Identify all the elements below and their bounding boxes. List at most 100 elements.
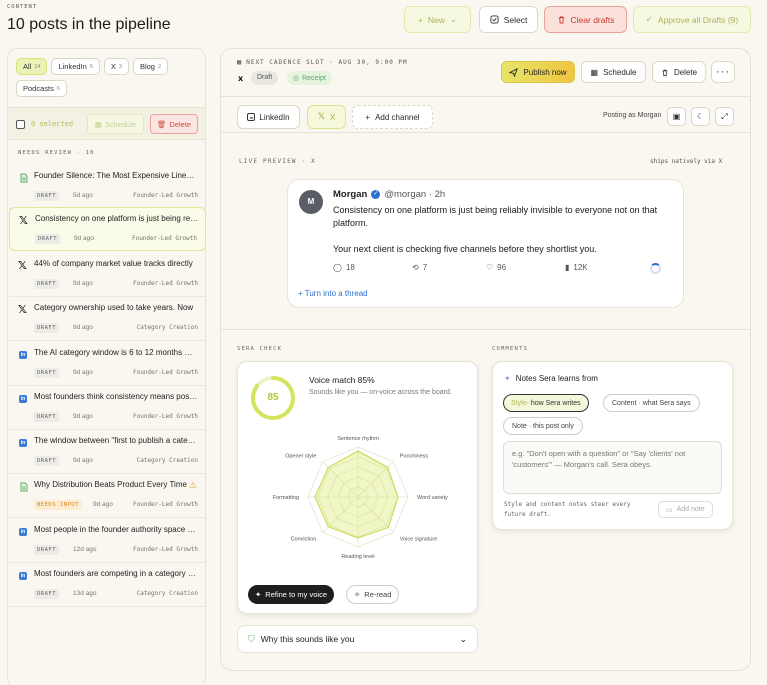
status-badge: DRAFT — [34, 279, 60, 289]
author-name: Morgan — [333, 189, 368, 200]
list-item[interactable]: in Most people in the founder authority s… — [9, 519, 206, 563]
post-title: Category ownership used to take years. N… — [34, 303, 194, 312]
publish-now-button[interactable]: Publish now — [501, 61, 575, 83]
channel-x[interactable]: 𝕏X — [307, 105, 346, 129]
tab-note[interactable]: Note · this post only — [503, 417, 583, 435]
refine-voice-button[interactable]: ✦ Refine to my voice — [248, 585, 334, 604]
x-icon: 𝕏 — [18, 259, 27, 272]
check-circle-icon: ◎ — [293, 75, 300, 82]
heart-icon: ♡ — [486, 263, 494, 272]
expand-icon: ⤢ — [721, 111, 728, 121]
calendar-icon: ▦ — [237, 58, 243, 66]
doc-icon — [20, 173, 28, 183]
post-category: Category Creation — [136, 457, 198, 464]
trash-icon: 🗑︎ — [156, 119, 167, 129]
status-badge: DRAFT — [34, 191, 60, 201]
post-category: Founder-Led Growth — [132, 369, 198, 376]
more-menu-button[interactable]: ··· — [711, 61, 735, 83]
delete-button[interactable]: Delete — [652, 61, 706, 83]
channel-linkedin[interactable]: in LinkedIn — [237, 105, 300, 129]
post-category: Founder-Led Growth — [132, 192, 198, 199]
note-input[interactable] — [503, 441, 722, 494]
list-item[interactable]: in Most founders think consistency means … — [9, 386, 206, 430]
voice-match-subtitle: Sounds like you — on-voice across the bo… — [309, 389, 452, 396]
list-item[interactable]: 𝕏 Consistency on one platform is just bei… — [9, 207, 206, 251]
trash-icon — [558, 16, 564, 24]
select-all-checkbox[interactable] — [16, 120, 25, 129]
list-item[interactable]: in Most founders are competing in a categ… — [9, 563, 206, 607]
tweet-text-1: Consistency on one platform is just bein… — [333, 205, 658, 228]
bulk-schedule-button[interactable]: ▦ Schedule — [87, 114, 144, 134]
comments-label: COMMENTS — [492, 346, 529, 352]
voice-score: 85 — [267, 392, 279, 403]
cadence-slot: NEXT CADENCE SLOT · AUG 30, 9:00 PM — [246, 58, 408, 66]
tweet-text-2: Your next client is checking five channe… — [333, 244, 597, 254]
voice-match-title: Voice match 85% — [309, 375, 375, 385]
warning-icon: ⚠ — [188, 480, 197, 490]
radar-axis-label: Opener style — [285, 453, 316, 459]
tab-content[interactable]: Content · what Sera says — [603, 394, 700, 412]
repost-count[interactable]: ⟲ 7 — [412, 263, 427, 272]
list-item[interactable]: 𝕏 44% of company market value tracks dire… — [9, 253, 206, 297]
list-item[interactable]: Founder Silence: The Most Expensive Line… — [9, 165, 206, 209]
post-age: 9d ago — [73, 324, 93, 331]
sera-check-label: SERA CHECK — [237, 346, 283, 352]
post-title: The AI category window is 6 to 12 months… — [34, 348, 198, 357]
voice-profile-shape — [314, 450, 399, 539]
list-item[interactable]: in The window between "first to publish a… — [9, 430, 206, 474]
filter-all[interactable]: All 14 — [16, 58, 48, 75]
view-count: ▮ 12K — [565, 263, 588, 272]
post-title: Most founders are competing in a categor… — [34, 569, 198, 578]
status-badge: DRAFT — [34, 545, 60, 555]
shield-check-icon: ⛉ — [248, 633, 255, 644]
doc-icon — [20, 482, 28, 492]
filter-x[interactable]: X3 — [103, 58, 129, 75]
moon-icon: ☾ — [696, 112, 705, 121]
selected-count: 0 selected — [31, 120, 74, 128]
add-channel-button[interactable]: + Add channel — [352, 105, 433, 129]
schedule-button[interactable]: ▦ Schedule — [581, 61, 646, 83]
approve-all-button[interactable]: ✓ Approve all Drafts (9) — [633, 6, 751, 33]
status-badge: DRAFT — [35, 234, 61, 244]
plus-icon: + — [365, 112, 371, 122]
like-count[interactable]: ♡ 96 — [486, 263, 506, 272]
filter-linkedin[interactable]: LinkedIn 5 — [51, 58, 100, 75]
radar-axis-label: Reading level — [341, 554, 374, 560]
post-title: Consistency on one platform is just bein… — [35, 214, 199, 223]
status-badge: NEEDS INPUT — [34, 500, 82, 510]
new-button[interactable]: + New ⌄ — [404, 6, 471, 33]
status-badge: DRAFT — [34, 368, 60, 378]
dark-mode-button[interactable]: ☾ — [691, 107, 710, 126]
reread-button[interactable]: ✧ Re-read — [346, 585, 400, 604]
x-icon: 𝕏 — [19, 214, 28, 227]
image-button[interactable]: ▣ — [667, 107, 686, 126]
reply-count[interactable]: ◯ 18 — [333, 263, 355, 272]
post-age: 9d ago — [73, 369, 93, 376]
tab-style[interactable]: Style · how Sera writes — [503, 394, 589, 412]
bulk-delete-button[interactable]: 🗑︎ Delete — [150, 114, 198, 134]
sparkle-icon: ✧ — [354, 590, 361, 599]
post-title: Founder Silence: The Most Expensive Line… — [34, 171, 195, 180]
avatar: M — [299, 190, 323, 214]
filter-podcasts[interactable]: Podcasts 6 — [16, 80, 67, 97]
post-age: 5d ago — [73, 192, 93, 199]
expand-button[interactable]: ⤢ — [715, 107, 734, 126]
clear-drafts-button[interactable]: Clear drafts — [544, 6, 627, 33]
notes-footer: Style and content notes steer every futu… — [504, 501, 631, 518]
add-note-button[interactable]: ▭ Add note — [658, 501, 713, 518]
turn-into-thread-link[interactable]: + Turn into a thread — [298, 289, 368, 298]
list-item[interactable]: 𝕏 Category ownership used to take years. … — [9, 297, 206, 341]
list-item[interactable]: in The AI category window is 6 to 12 mont… — [9, 342, 206, 386]
post-age: 9d ago — [73, 457, 93, 464]
post-category: Category Creation — [136, 590, 198, 597]
why-sounds-like-you[interactable]: ⛉ Why this sounds like you ⌄ — [237, 625, 478, 653]
list-item[interactable]: Why Distribution Beats Product Every Tim… — [9, 474, 206, 518]
filter-blog[interactable]: Blog 2 — [132, 58, 169, 75]
select-button[interactable]: Select — [479, 6, 538, 33]
trash-icon — [662, 69, 668, 76]
voice-radar-chart: Sentence rhythm Punchiness Word variety Voi… — [273, 436, 448, 560]
voice-match-card: 85 Voice match 85% Sounds like you — on-… — [237, 361, 478, 614]
receipt-badge[interactable]: ◎ Receipt — [287, 71, 332, 85]
sparkle-icon: ✦ — [504, 374, 511, 383]
post-age: 9d ago — [74, 235, 94, 242]
